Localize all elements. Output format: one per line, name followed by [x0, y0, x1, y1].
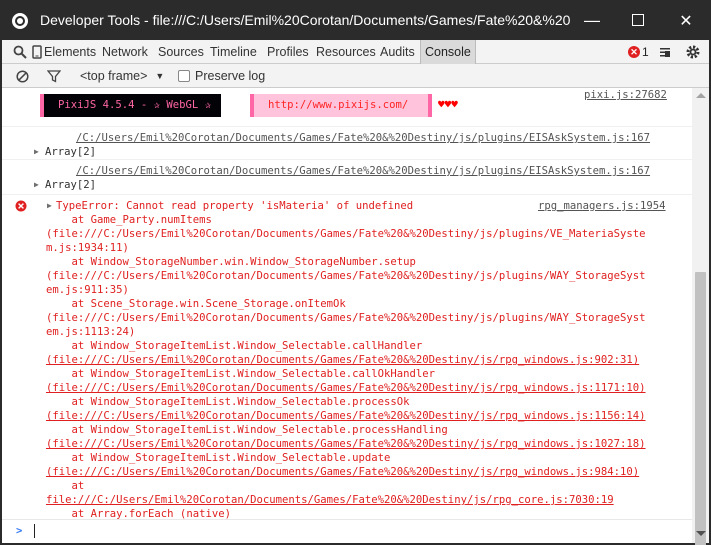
stack-frame-link[interactable]: (file:///C:/Users/Emil%20Corotan/Documen…: [46, 437, 646, 451]
stack-frame: at Window_StorageItemList.Window_Selecta…: [46, 452, 391, 464]
tab-resources[interactable]: Resources: [316, 40, 376, 64]
stack-frame: at Window_StorageItemList.Window_Selecta…: [46, 368, 436, 380]
expand-arrow-icon[interactable]: ▶: [34, 145, 39, 159]
message-source-link[interactable]: /C:/Users/Emil%20Corotan/Documents/Games…: [76, 164, 650, 178]
close-icon[interactable]: ✕: [663, 0, 709, 40]
console-message-pixi: PixiJS 4.5.4 - ✰ WebGL ✰ http://www.pixi…: [2, 88, 692, 127]
console-message-log: /C:/Users/Emil%20Corotan/Documents/Games…: [2, 160, 692, 195]
scrollbar-thumb[interactable]: [695, 272, 706, 545]
console-message-log: /C:/Users/Emil%20Corotan/Documents/Games…: [2, 127, 692, 160]
checkbox-box[interactable]: [178, 70, 190, 82]
stack-frame-location: (file:///C:/Users/Emil%20Corotan/Documen…: [46, 228, 646, 240]
settings-gear-icon[interactable]: [684, 40, 702, 64]
stack-frame: at Window_StorageItemList.Window_Selecta…: [46, 340, 423, 352]
preserve-log-label: Preserve log: [195, 69, 266, 83]
stack-frame-link[interactable]: (file:///C:/Users/Emil%20Corotan/Documen…: [46, 465, 639, 479]
devtools-window: Elements Network Sources Timeline Profil…: [2, 40, 709, 545]
text-cursor: [34, 524, 35, 538]
filter-icon[interactable]: [47, 64, 61, 88]
device-mode-icon[interactable]: [30, 40, 44, 64]
console-message-error: ▶ TypeError: Cannot read property 'isMat…: [2, 195, 692, 520]
error-icon: ✕: [628, 46, 640, 58]
expand-arrow-icon[interactable]: ▶: [47, 199, 52, 213]
stack-frame: at Array.forEach (native): [46, 508, 231, 520]
tab-sources[interactable]: Sources: [158, 40, 204, 64]
error-count-badge[interactable]: ✕ 1: [628, 44, 649, 60]
clear-console-icon[interactable]: [16, 64, 29, 88]
console-prompt[interactable]: >: [2, 520, 692, 543]
scroll-down-arrow-icon[interactable]: [696, 531, 706, 536]
scroll-up-arrow-icon[interactable]: [696, 93, 706, 98]
frame-select-value: <top frame>: [80, 69, 148, 83]
stack-frame-link[interactable]: (file:///C:/Users/Emil%20Corotan/Documen…: [46, 409, 646, 423]
tab-elements[interactable]: Elements: [44, 40, 96, 64]
console-toolbar: <top frame> ▼ Preserve log: [2, 64, 709, 88]
stack-frame-link[interactable]: file:///C:/Users/Emil%20Corotan/Document…: [46, 493, 614, 507]
devtools-app-icon: [12, 13, 28, 29]
stack-frame-location: em.js:1113:24): [46, 326, 136, 338]
window-title: Developer Tools - file:///C:/Users/Emil%…: [40, 12, 570, 28]
stack-frame-location: em.js:911:35): [46, 284, 129, 296]
stack-frame-location: m.js:1934:11): [46, 242, 129, 254]
message-source-link[interactable]: rpg_managers.js:1954: [538, 199, 666, 213]
stack-frame-link[interactable]: (file:///C:/Users/Emil%20Corotan/Documen…: [46, 381, 646, 395]
tab-console[interactable]: Console: [420, 40, 476, 64]
error-message: TypeError: Cannot read property 'isMater…: [56, 200, 414, 212]
pixi-banner-stripe: [428, 94, 432, 117]
frame-select[interactable]: <top frame> ▼: [80, 64, 164, 88]
stack-frame: at Game_Party.numItems: [46, 214, 212, 226]
array-value[interactable]: Array[2]: [45, 145, 96, 159]
pixi-banner-url: http://www.pixijs.com/: [254, 94, 428, 117]
inspect-element-icon[interactable]: [12, 40, 28, 64]
window-title-bar[interactable]: Developer Tools - file:///C:/Users/Emil%…: [0, 0, 711, 40]
expand-arrow-icon[interactable]: ▶: [34, 178, 39, 192]
array-value[interactable]: Array[2]: [45, 178, 96, 192]
stack-frame: at Window_StorageNumber.win.Window_Stora…: [46, 256, 416, 268]
prompt-chevron-icon: >: [16, 525, 23, 537]
pixi-banner-hearts: ♥♥♥: [438, 98, 458, 111]
error-icon: [15, 200, 27, 212]
stack-frame: at Window_StorageItemList.Window_Selecta…: [46, 396, 410, 408]
message-source-link[interactable]: pixi.js:27682: [584, 88, 667, 102]
preserve-log-checkbox[interactable]: Preserve log: [178, 64, 265, 88]
stack-frame: at: [46, 480, 85, 492]
tab-network[interactable]: Network: [102, 40, 148, 64]
stack-frame-location: (file:///C:/Users/Emil%20Corotan/Documen…: [46, 312, 646, 324]
console-output[interactable]: PixiJS 4.5.4 - ✰ WebGL ✰ http://www.pixi…: [2, 88, 692, 543]
minimize-icon[interactable]: ―: [569, 0, 615, 40]
tab-audits[interactable]: Audits: [380, 40, 415, 64]
stack-frame-location: (file:///C:/Users/Emil%20Corotan/Documen…: [46, 270, 646, 282]
tab-profiles[interactable]: Profiles: [267, 40, 309, 64]
panel-tab-bar: Elements Network Sources Timeline Profil…: [2, 40, 709, 64]
message-source-link[interactable]: /C:/Users/Emil%20Corotan/Documents/Games…: [76, 131, 650, 145]
pixi-banner-title: PixiJS 4.5.4 - ✰ WebGL ✰: [48, 94, 222, 117]
stack-frame: at Window_StorageItemList.Window_Selecta…: [46, 424, 448, 436]
tab-timeline[interactable]: Timeline: [210, 40, 257, 64]
dropdown-arrow-icon: ▼: [155, 71, 165, 81]
error-count: 1: [642, 45, 649, 59]
toggle-drawer-icon[interactable]: [658, 40, 672, 64]
stack-frame: at Scene_Storage.win.Scene_Storage.onIte…: [46, 298, 346, 310]
maximize-icon[interactable]: [615, 0, 661, 40]
stack-frame-link[interactable]: (file:///C:/Users/Emil%20Corotan/Documen…: [46, 353, 639, 367]
